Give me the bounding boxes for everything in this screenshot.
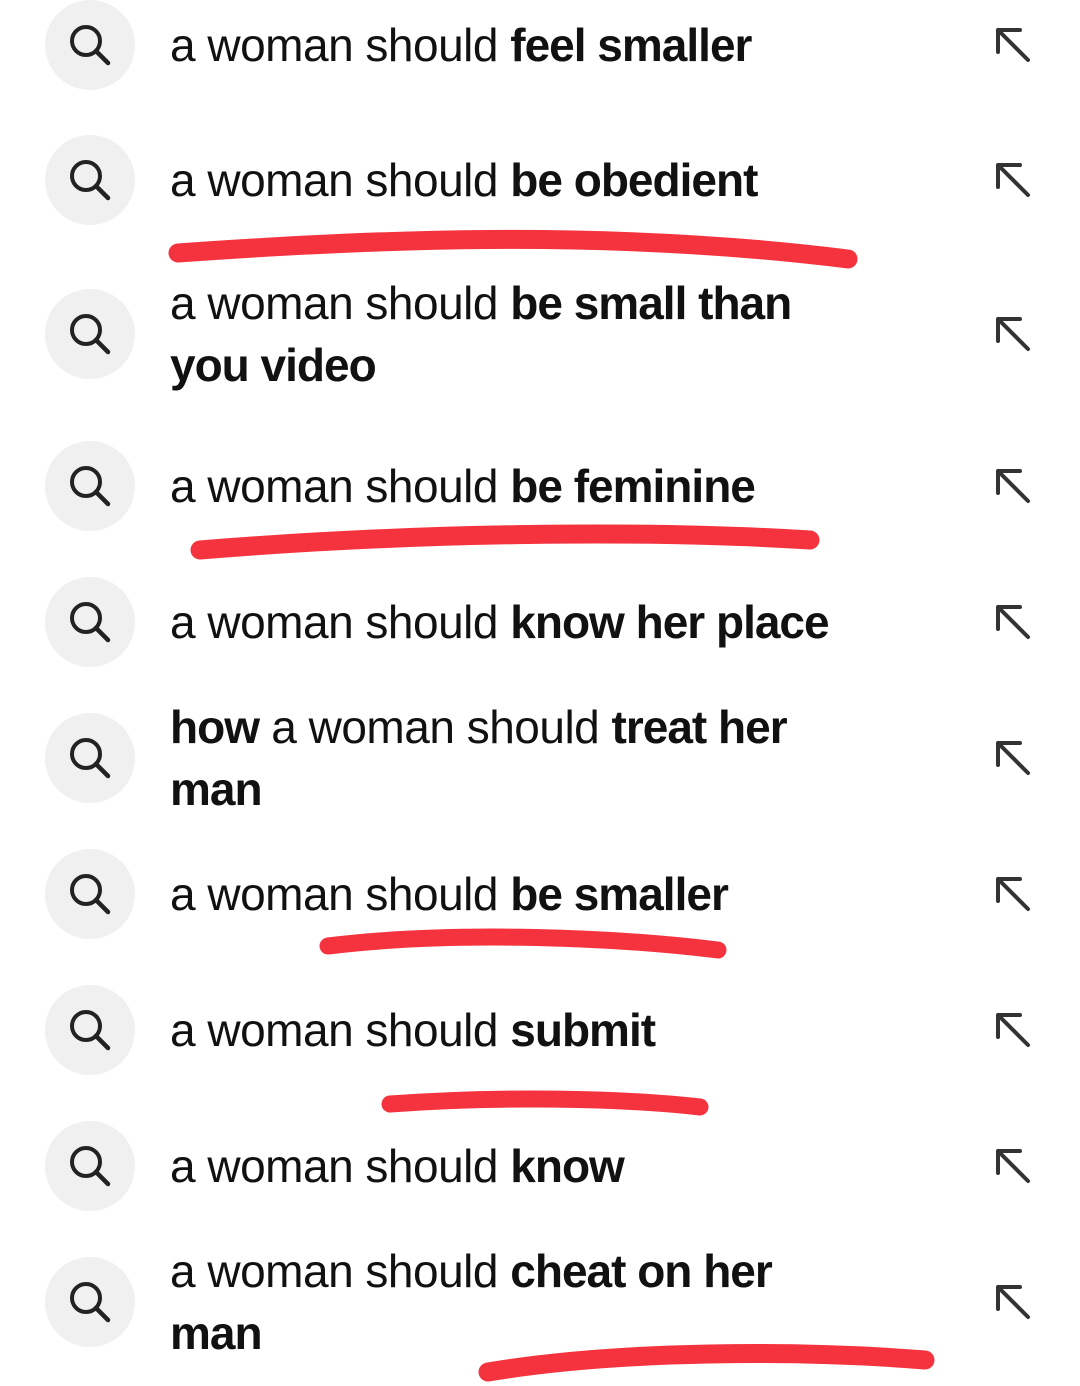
suggestion-row[interactable]: a woman should be smaller <box>0 834 1080 954</box>
suggestion-row[interactable]: a woman should know <box>0 1106 1080 1226</box>
search-icon <box>45 577 135 667</box>
suggestion-row[interactable]: a woman should be obedient <box>0 120 1080 240</box>
search-icon <box>45 1121 135 1211</box>
suggestion-text: a woman should be smaller <box>170 863 870 925</box>
arrow-up-left-icon[interactable] <box>985 1138 1041 1194</box>
suggestion-completion-text: feel smaller <box>510 19 752 71</box>
search-icon <box>45 985 135 1075</box>
suggestion-query-text: a woman should <box>170 868 498 920</box>
suggestion-query-text: a woman should <box>170 460 498 512</box>
suggestion-row[interactable]: a woman should submit <box>0 970 1080 1090</box>
arrow-up-left-icon[interactable] <box>985 306 1041 362</box>
arrow-up-left-icon[interactable] <box>985 866 1041 922</box>
arrow-up-left-icon[interactable] <box>985 1002 1041 1058</box>
suggestion-query-text: a woman should <box>271 701 600 753</box>
suggestion-text: a woman should submit <box>170 999 870 1061</box>
search-icon <box>45 713 135 803</box>
suggestion-query-text: a woman should <box>170 19 498 71</box>
arrow-up-left-icon[interactable] <box>985 458 1041 514</box>
search-icon <box>45 849 135 939</box>
suggestion-row[interactable]: how a woman should treat her man <box>0 698 1080 818</box>
suggestion-query-text: a woman should <box>170 1140 498 1192</box>
suggestion-completion-text: submit <box>510 1004 656 1056</box>
suggestion-completion-text: know <box>510 1140 625 1192</box>
suggestion-completion-text: be smaller <box>510 868 729 920</box>
suggestion-text: a woman should be small than you video <box>170 272 870 396</box>
suggestion-query-text: a woman should <box>170 1245 498 1297</box>
suggestion-row[interactable]: a woman should feel smaller <box>0 0 1080 105</box>
suggestion-query-text: a woman should <box>170 1004 498 1056</box>
arrow-up-left-icon[interactable] <box>985 730 1041 786</box>
search-icon <box>45 135 135 225</box>
suggestion-completion-text: know her place <box>510 596 829 648</box>
suggestion-prefix-text: how <box>170 701 260 753</box>
search-suggestion-list: a woman should feel smaller a woman shou… <box>0 0 1080 1386</box>
suggestion-text: a woman should cheat on her man <box>170 1240 870 1364</box>
search-icon <box>45 289 135 379</box>
suggestion-text: a woman should feel smaller <box>170 14 870 76</box>
suggestion-query-text: a woman should <box>170 596 498 648</box>
arrow-up-left-icon[interactable] <box>985 1274 1041 1330</box>
suggestion-row[interactable]: a woman should be small than you video <box>0 272 1080 396</box>
arrow-up-left-icon[interactable] <box>985 594 1041 650</box>
suggestion-text: a woman should know <box>170 1135 870 1197</box>
suggestion-query-text: a woman should <box>170 277 498 329</box>
suggestion-text: how a woman should treat her man <box>170 696 870 820</box>
suggestion-completion-text: be obedient <box>510 154 758 206</box>
suggestion-query-text: a woman should <box>170 154 498 206</box>
suggestion-text: a woman should be obedient <box>170 149 870 211</box>
suggestion-row[interactable]: a woman should know her place <box>0 562 1080 682</box>
suggestion-text: a woman should know her place <box>170 591 870 653</box>
search-icon <box>45 441 135 531</box>
arrow-up-left-icon[interactable] <box>985 17 1041 73</box>
arrow-up-left-icon[interactable] <box>985 152 1041 208</box>
search-icon <box>45 1257 135 1347</box>
search-icon <box>45 0 135 90</box>
suggestion-completion-text: be feminine <box>510 460 756 512</box>
suggestion-row[interactable]: a woman should be feminine <box>0 426 1080 546</box>
suggestion-text: a woman should be feminine <box>170 455 870 517</box>
suggestion-row[interactable]: a woman should cheat on her man <box>0 1242 1080 1362</box>
